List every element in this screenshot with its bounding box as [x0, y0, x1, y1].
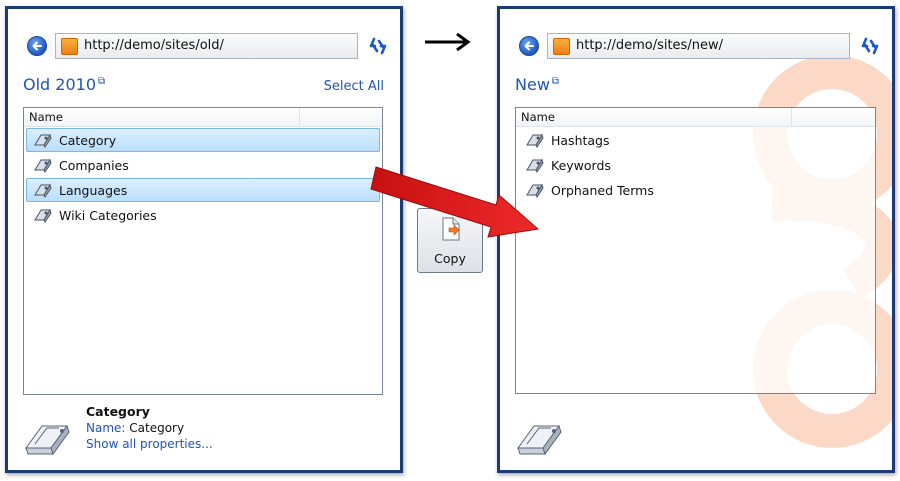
name-column-header[interactable]: Name	[29, 110, 63, 124]
url-field[interactable]: http://demo/sites/new/	[547, 33, 850, 59]
item-label: Wiki Categories	[59, 208, 157, 223]
details-pane	[515, 404, 877, 462]
name-column-header[interactable]: Name	[521, 110, 555, 124]
details-name-row: Name: Category	[86, 421, 184, 435]
item-label: Hashtags	[551, 133, 610, 148]
external-link-icon[interactable]: ⧉	[552, 76, 559, 87]
column-separator[interactable]	[299, 108, 300, 126]
list-item[interactable]: Languages	[26, 178, 380, 202]
site-icon	[61, 38, 78, 55]
url-field[interactable]: http://demo/sites/old/	[55, 33, 358, 59]
details-title: Category	[86, 404, 150, 419]
copy-button-label: Copy	[434, 251, 466, 266]
address-bar-row: http://demo/sites/old/	[20, 33, 390, 59]
item-label: Category	[59, 133, 117, 148]
back-arrow-icon[interactable]	[519, 36, 539, 56]
target-term-list[interactable]: Name Hashtags Keywords Orphaned Terms	[515, 107, 876, 394]
details-name-value: Category	[129, 421, 185, 435]
source-title-text: Old 2010	[23, 75, 96, 94]
url-text: http://demo/sites/old/	[84, 38, 224, 53]
target-title-text: New	[515, 75, 550, 94]
list-item[interactable]: Orphaned Terms	[518, 178, 873, 202]
red-drag-arrow-icon	[370, 166, 540, 238]
list-item[interactable]: Companies	[26, 153, 380, 177]
source-panel: http://demo/sites/old/ Old 2010 ⧉ Select …	[5, 6, 403, 473]
term-store-icon	[517, 424, 562, 456]
refresh-icon[interactable]	[368, 36, 388, 56]
term-set-icon	[34, 208, 52, 223]
url-text: http://demo/sites/new/	[576, 38, 723, 53]
item-label: Keywords	[551, 158, 611, 173]
column-separator[interactable]	[791, 108, 792, 126]
source-title[interactable]: Old 2010 ⧉	[23, 75, 105, 94]
direction-arrow-icon	[425, 32, 471, 52]
item-label: Languages	[59, 183, 128, 198]
external-link-icon[interactable]: ⧉	[98, 76, 105, 87]
show-all-properties-link[interactable]: Show all properties...	[86, 437, 213, 451]
details-pane: Category Name: Category Show all propert…	[23, 404, 385, 462]
list-item[interactable]: Hashtags	[518, 128, 873, 152]
list-header: Name	[516, 108, 875, 127]
refresh-icon[interactable]	[860, 36, 880, 56]
back-arrow-icon[interactable]	[27, 36, 47, 56]
term-set-icon	[526, 133, 544, 148]
select-all-link[interactable]: Select All	[324, 79, 384, 94]
details-name-label: Name:	[86, 421, 126, 435]
address-bar-row: http://demo/sites/new/	[512, 33, 882, 59]
target-panel: http://demo/sites/new/ New ⧉ Name Hashtag…	[497, 6, 895, 473]
list-item[interactable]: Wiki Categories	[26, 203, 380, 227]
term-set-icon	[34, 158, 52, 173]
list-item[interactable]: Category	[26, 128, 380, 152]
list-item[interactable]: Keywords	[518, 153, 873, 177]
list-header: Name	[24, 108, 382, 127]
target-title[interactable]: New ⧉	[515, 75, 559, 94]
site-icon	[553, 38, 570, 55]
item-label: Orphaned Terms	[551, 183, 654, 198]
term-set-icon	[34, 133, 52, 148]
item-label: Companies	[59, 158, 129, 173]
term-store-icon	[25, 424, 70, 456]
term-set-icon	[34, 183, 52, 198]
source-term-list[interactable]: Name Category Companies Languages Wiki C…	[23, 107, 383, 395]
